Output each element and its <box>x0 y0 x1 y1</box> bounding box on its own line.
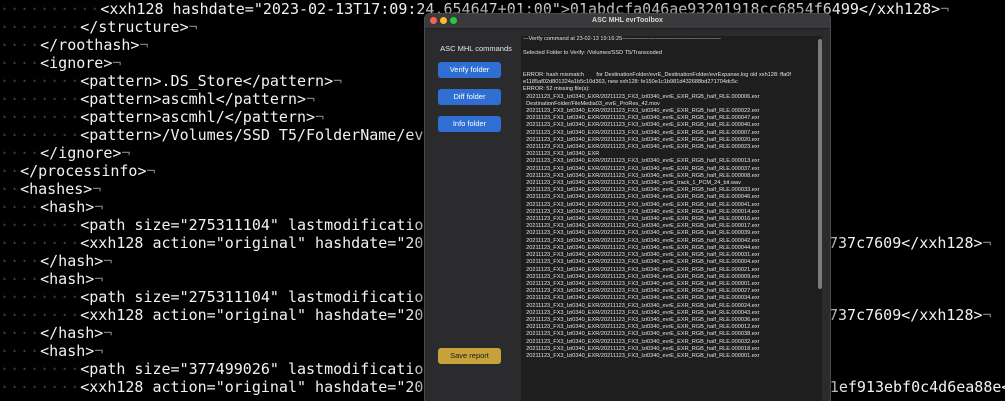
code-line: ··</processinfo>¬ <box>0 162 156 180</box>
log-output-text: ---Verify command at 23-02-13 19:16:25--… <box>523 36 791 359</box>
whitespace-dots: ·········· <box>0 0 101 18</box>
code-line-fragment: 737c7609</xxh128>¬ <box>829 234 992 252</box>
app-window: ASC MHL evrToolbox ASC MHL commands Veri… <box>424 13 831 401</box>
code-text: </roothash> <box>40 36 140 54</box>
log-output-panel[interactable]: ---Verify command at 23-02-13 19:16:25--… <box>521 36 822 401</box>
code-line: ········<pattern>ascmhl</pattern>¬ <box>0 90 315 108</box>
newline-marker: ¬ <box>94 270 104 288</box>
code-text: <pattern>.DS_Store</pattern> <box>80 72 334 90</box>
code-line: ··<hashes>¬ <box>0 180 101 198</box>
whitespace-dots: ········ <box>0 216 81 234</box>
newline-marker: ¬ <box>982 306 992 324</box>
newline-marker: ¬ <box>103 324 113 342</box>
code-text: <ignore> <box>40 54 113 72</box>
code-line: ········<xxh128 action="original" hashda… <box>0 306 487 324</box>
newline-marker: ¬ <box>188 18 198 36</box>
whitespace-dots: ···· <box>0 36 41 54</box>
whitespace-dots: ········ <box>0 378 81 396</box>
whitespace-dots: ···· <box>0 198 41 216</box>
code-text: 737c7609</xxh128> <box>829 306 983 324</box>
newline-marker: ¬ <box>146 162 156 180</box>
whitespace-dots: ···· <box>0 252 41 270</box>
code-line: ········<xxh128 action="original" hashda… <box>0 234 487 252</box>
save-report-button[interactable]: Save report <box>438 348 501 364</box>
code-text: </processinfo> <box>20 162 147 180</box>
whitespace-dots: ···· <box>0 324 41 342</box>
code-line: ····</ignore>¬ <box>0 144 130 162</box>
code-text: <hash> <box>40 270 95 288</box>
code-line: ····<hash>¬ <box>0 270 103 288</box>
code-line: ········<pattern>/Volumes/SSD T5/FolderN… <box>0 126 496 144</box>
code-line: ········<pattern>.DS_Store</pattern>¬ <box>0 72 342 90</box>
whitespace-dots: ···· <box>0 342 41 360</box>
whitespace-dots: ·· <box>0 180 21 198</box>
newline-marker: ¬ <box>94 198 104 216</box>
code-line: ····</roothash>¬ <box>0 36 149 54</box>
whitespace-dots: ········ <box>0 18 81 36</box>
log-scrollbar-thumb[interactable] <box>818 39 822 289</box>
whitespace-dots: ···· <box>0 54 41 72</box>
code-line: ····<hash>¬ <box>0 342 103 360</box>
code-text: <hash> <box>40 342 95 360</box>
whitespace-dots: ········ <box>0 288 81 306</box>
code-text: </structure> <box>80 18 189 36</box>
code-text: <pattern>ascmhl</pattern> <box>80 90 307 108</box>
window-title: ASC MHL evrToolbox <box>592 17 663 24</box>
newline-marker: ¬ <box>306 90 316 108</box>
whitespace-dots: ········ <box>0 72 81 90</box>
newline-marker: ¬ <box>121 144 131 162</box>
code-text: </hash> <box>40 252 104 270</box>
code-line: ········<path size="377499026" lastmodif… <box>0 360 496 378</box>
whitespace-dots: ········ <box>0 234 81 252</box>
code-line: ····</hash>¬ <box>0 252 112 270</box>
whitespace-dots: ········ <box>0 90 81 108</box>
code-text: <hashes> <box>20 180 93 198</box>
newline-marker: ¬ <box>92 180 102 198</box>
code-text: <pattern>ascmhl/</pattern> <box>80 108 316 126</box>
code-line: ········</structure>¬ <box>0 18 198 36</box>
whitespace-dots: ···· <box>0 144 41 162</box>
newline-marker: ¬ <box>112 54 122 72</box>
code-line: ····<hash>¬ <box>0 198 103 216</box>
code-line: ········<path size="275311104" lastmodif… <box>0 288 496 306</box>
whitespace-dots: ········ <box>0 360 81 378</box>
code-line: ········<pattern>ascmhl/</pattern>¬ <box>0 108 324 126</box>
newline-marker: ¬ <box>940 0 950 18</box>
info-folder-button[interactable]: Info folder <box>438 116 501 132</box>
code-text: <hash> <box>40 198 95 216</box>
whitespace-dots: ···· <box>0 270 41 288</box>
whitespace-dots: ········ <box>0 126 81 144</box>
log-scrollbar[interactable] <box>818 36 822 401</box>
title-bar: ASC MHL evrToolbox <box>425 14 830 29</box>
newline-marker: ¬ <box>139 36 149 54</box>
newline-marker: ¬ <box>94 342 104 360</box>
newline-marker: ¬ <box>982 234 992 252</box>
code-text: </hash> <box>40 324 104 342</box>
sidebar-title: ASC MHL commands <box>440 44 512 53</box>
code-line: ········<path size="275311104" lastmodif… <box>0 216 496 234</box>
whitespace-dots: ········ <box>0 108 81 126</box>
whitespace-dots: ·· <box>0 162 21 180</box>
code-line-fragment: 737c7609</xxh128>¬ <box>829 306 992 324</box>
verify-folder-button[interactable]: Verify folder <box>438 62 501 78</box>
whitespace-dots: ········ <box>0 306 81 324</box>
code-text: </ignore> <box>40 144 122 162</box>
newline-marker: ¬ <box>103 252 113 270</box>
code-line: ····</hash>¬ <box>0 324 112 342</box>
diff-folder-button[interactable]: Diff folder <box>438 89 501 105</box>
newline-marker: ¬ <box>315 108 325 126</box>
code-line: ····<ignore>¬ <box>0 54 121 72</box>
newline-marker: ¬ <box>333 72 343 90</box>
code-text: 737c7609</xxh128> <box>829 234 983 252</box>
